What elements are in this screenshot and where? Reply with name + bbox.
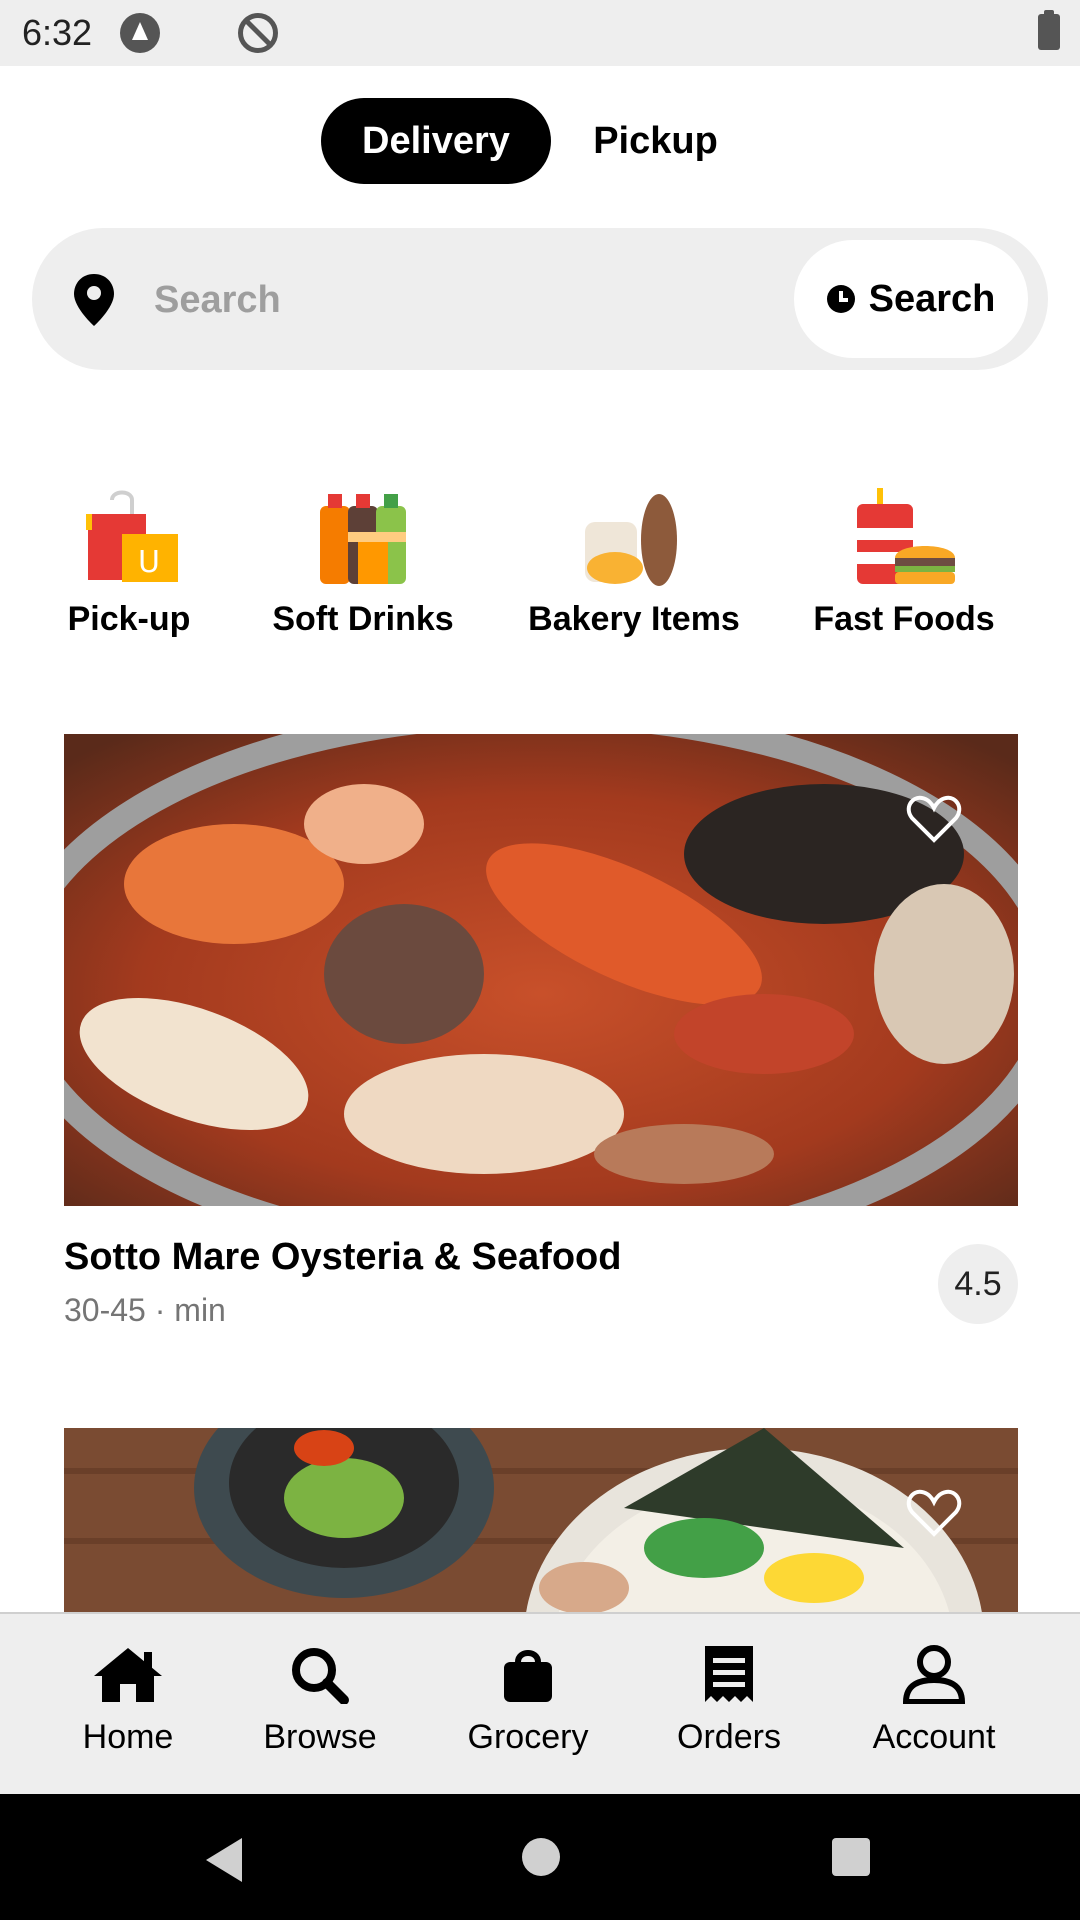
- rating-badge: 4.5: [938, 1244, 1018, 1324]
- nav-label: Grocery: [467, 1718, 589, 1756]
- search-bar: Search: [32, 228, 1048, 370]
- category-label: Pick-up: [67, 600, 191, 638]
- nav-item-home[interactable]: Home: [38, 1644, 218, 1757]
- shopping-bag-icon: [504, 1650, 552, 1702]
- notification-icon: [120, 13, 160, 53]
- category-label: Soft Drinks: [272, 600, 454, 638]
- restaurant-card-image[interactable]: [64, 1428, 1018, 1612]
- bakery-icon: [585, 494, 677, 586]
- back-icon[interactable]: [206, 1838, 242, 1882]
- home-icon: [94, 1648, 162, 1702]
- fast-food-icon: [857, 488, 955, 584]
- category-soft-drinks[interactable]: Soft Drinks: [270, 488, 456, 639]
- do-not-disturb-icon: [238, 13, 278, 53]
- category-bakery-items[interactable]: Bakery Items: [528, 488, 740, 639]
- account-icon: [902, 1645, 966, 1704]
- search-button-label: Search: [868, 277, 996, 320]
- favorite-heart-icon[interactable]: [906, 794, 962, 844]
- battery-icon: [1038, 10, 1060, 50]
- shopping-bags-icon: U: [86, 490, 178, 582]
- search-input[interactable]: [152, 264, 796, 336]
- pickup-toggle-button[interactable]: Pickup: [573, 98, 738, 184]
- category-label: Fast Foods: [813, 600, 995, 638]
- search-button[interactable]: Search: [794, 240, 1028, 358]
- nav-item-grocery[interactable]: Grocery: [438, 1644, 618, 1757]
- status-bar: 6:32: [0, 0, 1080, 66]
- clock-icon: [826, 285, 855, 313]
- svg-text:U: U: [138, 545, 160, 580]
- nav-item-orders[interactable]: Orders: [639, 1644, 819, 1757]
- category-label: Bakery Items: [528, 600, 740, 638]
- delivery-mode-toggle: Delivery Pickup: [0, 98, 1080, 184]
- nav-item-account[interactable]: Account: [844, 1644, 1024, 1757]
- bottom-navigation: Home Browse Grocery Orders Account: [0, 1612, 1080, 1796]
- soft-drinks-icon: [320, 494, 406, 584]
- restaurant-card-image[interactable]: [64, 734, 1018, 1206]
- status-time: 6:32: [22, 12, 93, 53]
- ramen-photo: [64, 1428, 1018, 1612]
- home-circle-icon[interactable]: [522, 1838, 560, 1876]
- category-fast-foods[interactable]: Fast Foods: [808, 488, 1000, 639]
- favorite-heart-icon[interactable]: [906, 1488, 962, 1538]
- restaurant-name[interactable]: Sotto Mare Oysteria & Seafood: [64, 1236, 621, 1279]
- nav-label: Orders: [677, 1718, 781, 1756]
- category-pick-up[interactable]: U Pick-up: [59, 488, 199, 639]
- receipt-icon: [705, 1646, 753, 1702]
- seafood-stew-photo: [64, 734, 1018, 1206]
- system-navigation-bar: [0, 1794, 1080, 1920]
- nav-item-browse[interactable]: Browse: [230, 1644, 410, 1757]
- nav-label: Home: [82, 1718, 174, 1756]
- delivery-time: 30-45 · min: [64, 1292, 226, 1328]
- nav-label: Account: [872, 1718, 996, 1756]
- nav-label: Browse: [263, 1718, 377, 1756]
- delivery-toggle-button[interactable]: Delivery: [321, 98, 551, 184]
- location-pin-icon[interactable]: [72, 272, 116, 328]
- search-icon: [292, 1648, 349, 1704]
- recent-apps-icon[interactable]: [832, 1838, 870, 1876]
